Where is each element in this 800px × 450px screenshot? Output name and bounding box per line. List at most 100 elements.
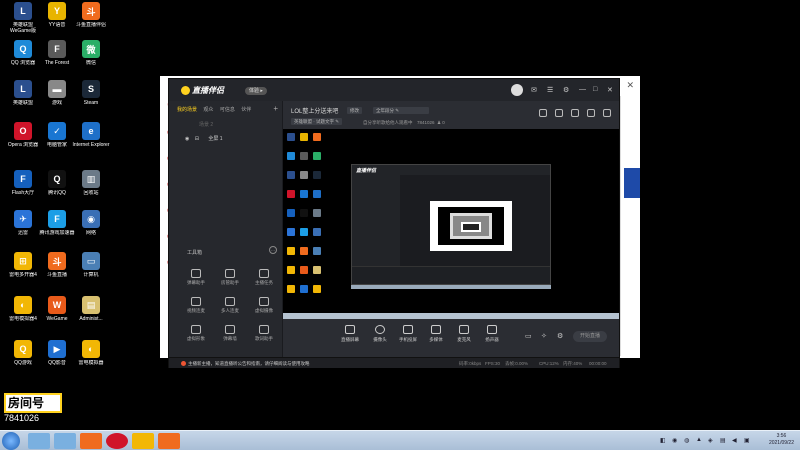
preview-desktop-icon (313, 209, 321, 217)
tray-icon[interactable]: ▲ (696, 437, 702, 443)
logo-icon (181, 86, 190, 96)
avatar[interactable] (511, 84, 523, 96)
layout-icon[interactable] (571, 109, 579, 117)
tool-room-manager[interactable]: 房管助手 (217, 269, 243, 286)
preview-desktop-icon (313, 266, 321, 274)
grid-icon[interactable] (555, 109, 563, 117)
status-time: 00:00:00 (589, 361, 607, 366)
gift-icon[interactable] (539, 109, 547, 117)
tray-icon[interactable]: ◍ (684, 437, 689, 444)
tab-audience[interactable]: 观众 (203, 107, 213, 113)
record-icon[interactable]: ▭ (525, 332, 532, 340)
preview-desktop-icon (287, 266, 295, 274)
tab-partner[interactable]: 伙伴 (241, 107, 251, 113)
settings-icon[interactable]: ⚙ (557, 332, 563, 340)
tool-video-link[interactable]: 视频连麦 (183, 297, 209, 314)
speaker-button[interactable]: 扬声器 (477, 325, 507, 343)
desktop-icon-label: 微信 (85, 60, 96, 66)
category-select[interactable]: 全年段分 ✎ (373, 107, 429, 114)
more-icon[interactable]: … (269, 246, 277, 254)
app-icon: ▭ (82, 252, 100, 270)
tool-virtual-camera[interactable]: 虚拟摄像 (251, 297, 277, 314)
desktop-icon[interactable]: 微微信 (70, 40, 112, 66)
camera-icon (259, 297, 269, 306)
close-icon[interactable]: ✕ (607, 86, 613, 94)
add-scene-icon[interactable]: + (273, 104, 278, 113)
maximize-icon[interactable]: □ (593, 86, 597, 93)
scene-panel: 我的场景 观众 可信息 伙伴 + 场景 2 ◉ ⊟ 全屏 1 工具箱 … 弹幕助… (169, 101, 283, 357)
tool-lyrics[interactable]: 歌词助手 (251, 325, 277, 342)
media-icon (431, 325, 441, 334)
preview-desktop-icon (287, 190, 295, 198)
minimize-icon[interactable]: — (579, 86, 586, 93)
edit-title-button[interactable]: 修改 (347, 107, 362, 114)
tab-info[interactable]: 可信息 (220, 107, 235, 113)
multimedia-button[interactable]: 多媒体 (421, 325, 451, 343)
taskbar-douyu-icon[interactable] (80, 433, 102, 449)
preview-desktop-icon (300, 171, 308, 179)
desktop-icon[interactable]: ▭ 计算机 (70, 252, 112, 278)
eye-icon[interactable]: ◉ (185, 136, 189, 142)
menu-icon[interactable]: ☰ (547, 86, 553, 94)
nested-left-panel (352, 175, 400, 267)
volume-icon[interactable]: ◀ (732, 437, 737, 444)
start-button[interactable] (2, 432, 20, 450)
tool-danmaku-wall[interactable]: 弹幕墙 (217, 325, 243, 342)
desktop-icon[interactable]: e Internet Explorer (70, 122, 112, 148)
taskbar-ie-icon[interactable] (28, 433, 50, 449)
nested-preview-inner (438, 207, 504, 245)
phone-cast-button[interactable]: 手机投屏 (393, 325, 423, 343)
share-icon[interactable] (603, 109, 611, 117)
tray-icon[interactable]: ◉ (672, 437, 677, 444)
clock[interactable]: 3:56 2021/09/22 (769, 433, 794, 447)
preview-desktop-icon (300, 285, 308, 293)
desktop-icon[interactable]: ▤ Administ... (70, 296, 112, 322)
taskbar-app-icon[interactable] (54, 433, 76, 449)
avatar-icon (191, 325, 201, 334)
desktop-icon-label: Internet Explorer (72, 142, 110, 148)
app-icon: L (14, 2, 32, 20)
announcement[interactable]: 主播新主播，知道直播听公告和指南，请仔细阅读与使用攻略 (181, 361, 310, 367)
scene-item[interactable]: 场景 2 (199, 121, 213, 128)
tray-icon[interactable]: ▣ (744, 437, 750, 444)
lock-icon[interactable]: ⊟ (195, 136, 199, 142)
effects-icon[interactable]: ✧ (541, 332, 547, 340)
desktop-icon[interactable]: ▥ 回收站 (70, 170, 112, 196)
taskbar-douyu2-icon[interactable] (158, 433, 180, 449)
app-icon: Q (48, 170, 66, 188)
tool-danmaku-assistant[interactable]: 弹幕助手 (183, 269, 209, 286)
desktop-icon[interactable]: ◉ 网络 (70, 210, 112, 236)
camera-button[interactable]: 摄像头 (365, 325, 395, 343)
tool-multi-link[interactable]: 多人连麦 (217, 297, 243, 314)
mail-icon[interactable]: ✉ (531, 86, 537, 94)
close-icon[interactable]: ✕ (626, 80, 634, 91)
network-icon[interactable]: ▤ (720, 437, 726, 444)
scene-tabs: 我的场景 观众 可信息 伙伴 (177, 106, 256, 113)
bell-icon[interactable] (587, 109, 595, 117)
settings-icon[interactable]: ⚙ (563, 86, 569, 94)
desktop-icon[interactable]: ◐ 雷电模拟器 (70, 340, 112, 366)
tray-icon[interactable]: ◧ (660, 437, 666, 444)
announcement-icon (181, 361, 186, 367)
tool-virtual-avatar[interactable]: 虚拟形象 (183, 325, 209, 342)
app-icon: F (48, 210, 66, 228)
tray-icon[interactable]: ◈ (708, 437, 713, 444)
tool-host-task[interactable]: 主播任务 (251, 269, 277, 286)
toolbox-title: 工具箱 (187, 250, 203, 256)
desktop-icon[interactable]: S Steam (70, 80, 112, 106)
preview-desktop-icon (313, 171, 321, 179)
app-icon: ✓ (48, 122, 66, 140)
vip-button[interactable]: 体验 ▸ (245, 87, 267, 95)
clock-time: 3:56 (776, 433, 787, 439)
tab-scenes[interactable]: 我的场景 (177, 107, 197, 113)
taskbar-live-icon[interactable] (132, 433, 154, 449)
screen-capture-button[interactable]: 直播屏幕 (335, 325, 365, 343)
taskbar-opera-icon[interactable] (106, 433, 128, 449)
game-category-chip[interactable]: 英雄联盟 · 试题文字 ✎ (291, 118, 343, 125)
start-live-button[interactable]: 开始直播 (573, 331, 607, 342)
stream-preview[interactable]: 直播伴侣 (283, 129, 619, 319)
preview-desktop-icon (300, 152, 308, 160)
microphone-button[interactable]: 麦克风 (449, 325, 479, 343)
desktop-icon[interactable]: 斗斗鱼直播伴侣 (70, 2, 112, 28)
scene-item[interactable]: ◉ ⊟ 全屏 1 (185, 135, 223, 142)
